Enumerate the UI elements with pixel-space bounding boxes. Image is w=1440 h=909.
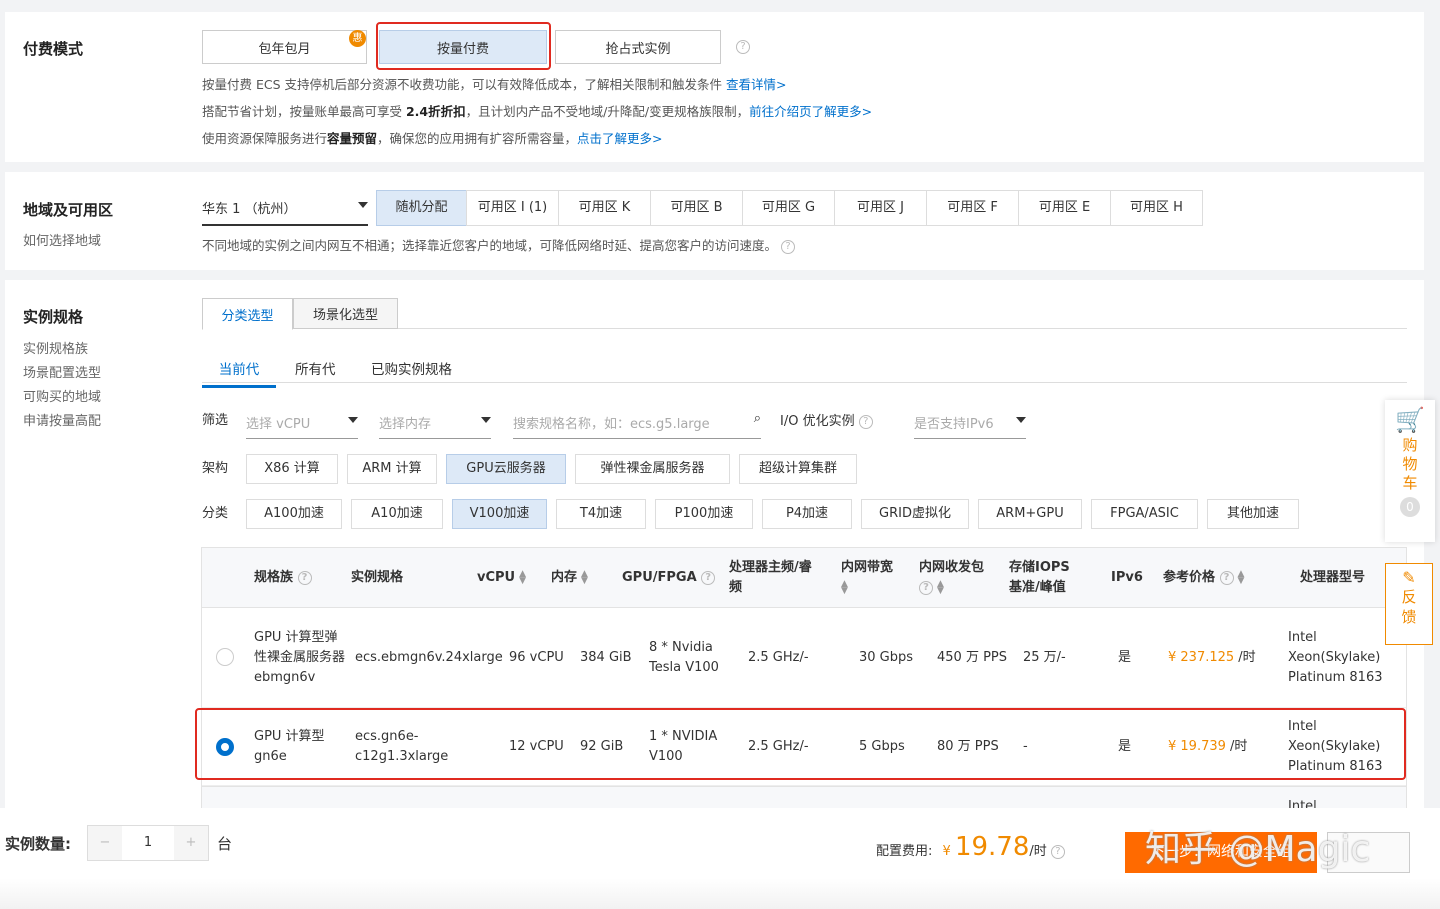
cell-spec: ecs.ebmgn6v.24xlarge (355, 648, 500, 668)
increment-button[interactable]: + (174, 826, 208, 860)
cell-iops: 25 万/- (1023, 648, 1083, 668)
qty-unit: 台 (217, 833, 232, 854)
cell-freq: 2.5 GHz/- (748, 648, 818, 668)
edit-icon: ✎ (1386, 568, 1432, 587)
category-option[interactable]: FPGA/ASIC (1091, 499, 1198, 529)
billing-note-2: 搭配节省计划，按量账单最高可享受 2.4折折扣，且计划内产品不受地域/升降配/变… (202, 101, 872, 120)
cell-ipv6: 是 (1118, 648, 1138, 668)
discount-badge: 惠 (349, 30, 366, 47)
table-row[interactable]: GPU 计算型弹性裸金属服务器 ebmgn6v ecs.ebmgn6v.24xla… (202, 608, 1406, 708)
region-section: 地域及可用区 如何选择地域 华东 1 （杭州） 随机分配可用区 I (1)可用区… (5, 172, 1424, 270)
region-note: 不同地域的实例之间内网互不相通；选择靠近您客户的地域，可降低网络时延、提高您客户… (202, 235, 795, 254)
tab-category[interactable]: 分类选型 (202, 298, 293, 330)
feedback-button[interactable]: ✎ 反馈 (1385, 563, 1433, 645)
tab-current-gen[interactable]: 当前代 (202, 358, 276, 388)
category-option[interactable]: P100加速 (655, 499, 753, 529)
cost-value: 19.78 (955, 832, 1029, 862)
arch-option[interactable]: 超级计算集群 (739, 454, 857, 484)
zone-option[interactable]: 可用区 G (742, 190, 835, 226)
zone-option[interactable]: 可用区 H (1110, 190, 1203, 226)
qty-stepper[interactable]: − 1 + (87, 825, 209, 861)
tab-scenario[interactable]: 场景化选型 (293, 298, 398, 329)
category-option[interactable]: P4加速 (762, 499, 852, 529)
decrement-button[interactable]: − (88, 826, 122, 860)
tab-all-gen[interactable]: 所有代 (295, 358, 336, 378)
region-title: 地域及可用区 (23, 199, 113, 220)
cart-count: 0 (1400, 497, 1420, 517)
filter-label: 筛选 (202, 411, 228, 431)
cell-bw: 30 Gbps (859, 648, 919, 668)
details-link[interactable]: 查看详情> (726, 77, 786, 92)
spec-search-input[interactable]: 搜索规格名称，如：ecs.g5.large⌕ (513, 413, 761, 439)
billing-note-3: 使用资源保障服务进行容量预留，确保您的应用拥有扩容所需容量，点击了解更多> (202, 128, 663, 147)
zone-option[interactable]: 可用区 K (558, 190, 651, 226)
zone-option[interactable]: 可用区 I (1) (466, 190, 559, 226)
billing-note-1: 按量付费 ECS 支持停机后部分资源不收费功能，可以有效降低成本，了解相关限制和… (202, 74, 786, 93)
category-option[interactable]: A10加速 (351, 499, 443, 529)
category-option[interactable]: A100加速 (246, 499, 342, 529)
category-option[interactable]: T4加速 (556, 499, 646, 529)
reservation-link[interactable]: 点击了解更多> (577, 131, 662, 146)
spec-table: 规格族 ? 实例规格 vCPU▲▼ 内存▲▼ GPU/FPGA ? 处理器主频/… (201, 547, 1407, 827)
radio-button[interactable] (216, 648, 234, 666)
billing-title: 付费模式 (23, 38, 83, 59)
io-optimized-filter[interactable]: I/O 优化实例 ? (780, 412, 873, 432)
arch-option[interactable]: ARM 计算 (347, 454, 437, 484)
cost-display: 配置费用: ¥ 19.78/时 ? (876, 832, 1065, 862)
zone-option[interactable]: 随机分配 (376, 190, 467, 226)
cell-cpu: Intel Xeon(Skylake) Platinum 8163 (1288, 628, 1398, 688)
spec-link-scene[interactable]: 场景配置选型 (23, 362, 101, 381)
watermark: 知乎 @Magic (1145, 820, 1370, 872)
option-subscription[interactable]: 包年包月 (202, 30, 367, 64)
spec-title: 实例规格 (23, 306, 83, 327)
arch-option[interactable]: X86 计算 (246, 454, 338, 484)
zone-option[interactable]: 可用区 E (1018, 190, 1111, 226)
arch-list: X86 计算 ARM 计算 GPU云服务器弹性裸金属服务器超级计算集群 (246, 454, 857, 484)
category-option[interactable]: V100加速 (452, 499, 547, 529)
tab-purchased[interactable]: 已购实例规格 (371, 358, 452, 378)
option-spot[interactable]: 抢占式实例 (555, 30, 721, 64)
search-icon[interactable]: ⌕ (754, 411, 761, 426)
category-option[interactable]: GRID虚拟化 (861, 499, 969, 529)
price-unit: /时 (1234, 650, 1256, 665)
selected-row-highlight (195, 708, 1406, 780)
help-icon[interactable]: ? (736, 40, 750, 54)
zone-option[interactable]: 可用区 B (650, 190, 743, 226)
spec-section: 实例规格 实例规格族 场景配置选型 可购买的地域 申请按量高配 分类选型 场景化… (5, 280, 1424, 820)
category-option[interactable]: 其他加速 (1207, 499, 1299, 529)
price-value: ¥ 237.125 (1168, 650, 1234, 665)
qty-input[interactable]: 1 (122, 826, 174, 860)
cell-price: ¥ 237.125 /时 (1168, 648, 1256, 668)
footer-bar: 实例数量: − 1 + 台 配置费用: ¥ 19.78/时 ? 下一步：网络和安… (0, 808, 1440, 909)
cart-button[interactable]: 🛒 购物车 0 (1385, 400, 1435, 542)
cell-family: GPU 计算型弹性裸金属服务器 ebmgn6v (254, 628, 349, 688)
region-help-link[interactable]: 如何选择地域 (23, 230, 101, 249)
cell-vcpu: 96 vCPU (509, 648, 579, 668)
cell-pps: 450 万 PPS (937, 648, 1017, 668)
memory-select[interactable]: 选择内存 (379, 413, 491, 439)
zone-option[interactable]: 可用区 F (926, 190, 1019, 226)
savings-plan-link[interactable]: 前往介绍页了解更多> (749, 104, 872, 119)
table-header: 规格族 ? 实例规格 vCPU▲▼ 内存▲▼ GPU/FPGA ? 处理器主频/… (202, 548, 1406, 608)
arch-option[interactable]: 弹性裸金属服务器 (575, 454, 730, 484)
spec-link-apply[interactable]: 申请按量高配 (23, 410, 101, 429)
category-label: 分类 (202, 504, 228, 524)
zone-list: 随机分配可用区 I (1)可用区 K可用区 B可用区 G可用区 J可用区 F可用… (377, 190, 1203, 226)
spec-link-family[interactable]: 实例规格族 (23, 338, 88, 357)
billing-section: 付费模式 包年包月 惠 按量付费 抢占式实例 ? 按量付费 ECS 支持停机后部… (5, 12, 1424, 162)
highlight-box (376, 22, 551, 70)
zone-option[interactable]: 可用区 J (834, 190, 927, 226)
vcpu-select[interactable]: 选择 vCPU (246, 413, 358, 439)
cell-gpu: 8 * Nvidia Tesla V100 (649, 638, 724, 678)
ipv6-select[interactable]: 是否支持IPv6 (914, 413, 1026, 439)
qty-label: 实例数量: (5, 833, 71, 854)
cart-icon: 🛒 (1385, 406, 1435, 434)
arch-option[interactable]: GPU云服务器 (446, 454, 566, 484)
spec-link-regions[interactable]: 可购买的地域 (23, 386, 101, 405)
category-option[interactable]: ARM+GPU (978, 499, 1082, 529)
arch-label: 架构 (202, 459, 228, 479)
category-list: A100加速 A10加速 V100加速 T4加速 P100加速 P4加速 GRID虚拟化 AR… (246, 499, 1299, 529)
region-select[interactable]: 华东 1 （杭州） (202, 198, 368, 226)
cell-mem: 384 GiB (580, 648, 640, 668)
